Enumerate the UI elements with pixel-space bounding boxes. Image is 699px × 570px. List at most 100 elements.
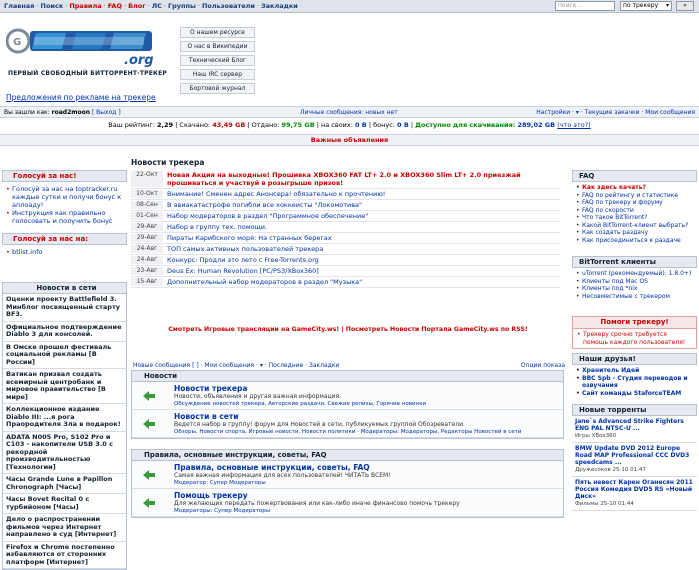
forum-moderators[interactable]: Модератор: Супер Модераторы bbox=[174, 480, 266, 486]
vote-item[interactable]: Инструкция как правильно голосовать и по… bbox=[6, 209, 123, 225]
downloaded-value: 43,49 GB bbox=[212, 121, 246, 129]
faq-item[interactable]: Как создать раздачу bbox=[576, 229, 693, 237]
new-torrents-title: Новые торренты bbox=[572, 404, 697, 416]
client-item[interactable]: Клиенты под Mac OS bbox=[576, 278, 693, 286]
private-messages-link[interactable]: Личные сообщения: новых нет bbox=[300, 109, 398, 116]
forum-category-title[interactable]: Правила, основные инструкции, советы, FA… bbox=[132, 450, 563, 461]
search-button[interactable]: » bbox=[676, 1, 694, 11]
web-news-item[interactable]: Часы Bovet Recital 0 с турбийоном [Часы] bbox=[3, 494, 126, 514]
news-date: 29-Авг bbox=[131, 234, 163, 242]
available-label: Доступно для скачивания: bbox=[415, 121, 516, 129]
news-link[interactable]: В авиакатастрофе погибли все хоккеисты "… bbox=[167, 201, 362, 209]
web-news-item[interactable]: Дело о распространении фильмов через Инт… bbox=[3, 514, 126, 542]
gamecity-promo[interactable]: Смотреть Игровые трансляции на GameCity.… bbox=[133, 326, 563, 333]
resource-journal[interactable]: Бортовой журнал bbox=[180, 83, 255, 94]
faq-item[interactable]: Какой BitTorrent-клиент выбрать? bbox=[576, 222, 693, 230]
news-link[interactable]: Дополнительный набор модераторов в разде… bbox=[167, 278, 362, 286]
forum-subforums[interactable]: Обсуждение новостей трекера, Авторские р… bbox=[174, 401, 426, 407]
web-news-item[interactable]: ADATA N005 Pro, S102 Pro и C103 - накопи… bbox=[3, 432, 126, 474]
web-news-item[interactable]: Firefox и Chrome постепенно избавляются … bbox=[3, 542, 126, 569]
news-link[interactable]: Набор модераторов в раздел "Программное … bbox=[167, 212, 368, 220]
faq-item[interactable]: FAQ по трекеру и форуму bbox=[576, 199, 693, 207]
torrent-item: Jane`s Advanced Strike Fighters ENG PAL … bbox=[572, 416, 697, 443]
news-link[interactable]: Конкурс: Продли это лето с Free-Torrents… bbox=[167, 256, 319, 264]
torrent-title[interactable]: BMW Update DVD 2012 Europe Road MAP Prof… bbox=[575, 445, 689, 466]
rating-value: 2,29 bbox=[157, 121, 174, 129]
nav-pm[interactable]: ЛС bbox=[152, 2, 162, 10]
news-date: 15-Авг bbox=[131, 278, 163, 286]
username[interactable]: road2moon bbox=[52, 109, 90, 116]
news-row: 24-Авг ТОП самых активных пользователей т… bbox=[131, 244, 561, 255]
forum-title[interactable]: Правила, основные инструкции, советы, FA… bbox=[174, 463, 370, 472]
torrent-item: BMW Update DVD 2012 Europe Road MAP Prof… bbox=[572, 443, 697, 477]
search-scope-select[interactable]: по трекеру ▾ bbox=[620, 1, 672, 11]
logout-link[interactable]: [ Выход ] bbox=[92, 109, 121, 116]
nav-bookmarks[interactable]: Закладки bbox=[261, 2, 298, 10]
site-logo[interactable]: G .org ПЕРВЫЙ СВОБОДНЫЙ БИТТОРРЕНТ-ТРЕКЕ… bbox=[5, 19, 174, 79]
ratio-bar: Ваш рейтинг: 2,29 | Скачано: 43,49 GB | … bbox=[108, 121, 591, 129]
forum-title[interactable]: Помощь трекеру bbox=[174, 491, 248, 500]
nav-faq[interactable]: FAQ bbox=[108, 2, 122, 10]
resource-irc[interactable]: Наш IRC сервер bbox=[180, 69, 255, 80]
news-link[interactable]: Внимание! Сменен адрес Анонсера! обязате… bbox=[167, 190, 385, 198]
news-link[interactable]: Пираты Карибского моря: На странных бере… bbox=[167, 234, 332, 242]
resource-about[interactable]: О нашем ресурсе bbox=[180, 27, 255, 38]
news-link[interactable]: Новая Акция на выходные! Прошивка XBOX36… bbox=[167, 171, 561, 187]
help-tracker-title: Помоги трекеру! bbox=[573, 317, 696, 329]
forum-moderators[interactable]: Модераторы: Супер Модераторы bbox=[174, 508, 270, 514]
forum-row: Новости в сети Ведется набор в группу! ф… bbox=[132, 410, 563, 438]
faq-item[interactable]: Как присоединиться к раздаче bbox=[576, 237, 693, 245]
resource-tech-blog[interactable]: Технический Блог bbox=[180, 55, 255, 66]
client-item[interactable]: uTorrent (рекомендуемый): 1.8.0+) bbox=[576, 270, 693, 278]
forum-subforums[interactable]: Обзоры, Новости спорта, Игровые новости,… bbox=[174, 429, 521, 435]
news-link[interactable]: Набор в группу тех. помощи. bbox=[167, 223, 267, 231]
forum-category-title[interactable]: Новости bbox=[132, 371, 563, 382]
nav-groups[interactable]: Группы bbox=[168, 2, 196, 10]
nav-home[interactable]: Главная bbox=[4, 2, 34, 10]
web-news-item[interactable]: Часы Grande Lune в Papillon Chronograph … bbox=[3, 474, 126, 494]
vote-on-list: btlist.info bbox=[2, 245, 127, 259]
nav-blog[interactable]: Блог bbox=[128, 2, 146, 10]
client-item[interactable]: Клиенты под *nix bbox=[576, 285, 693, 293]
logo-domain: .org bbox=[124, 53, 154, 68]
news-link[interactable]: ТОП самых активных пользователей трекера bbox=[167, 245, 323, 253]
resource-wikipedia[interactable]: О нас в Википедии bbox=[180, 41, 255, 52]
friend-item[interactable]: Сайт команды StaforceTEAM bbox=[576, 390, 693, 398]
news-link[interactable]: Deus Ex: Human Revolution [PC/PS3/XBox36… bbox=[167, 267, 319, 275]
user-info: Вы зашли как: road2moon [ Выход ] bbox=[4, 109, 121, 116]
forum-category-rules: Правила, основные инструкции, советы, FA… bbox=[131, 449, 564, 518]
search-input[interactable]: поиск... bbox=[555, 1, 615, 11]
nav-search[interactable]: Поиск bbox=[41, 2, 64, 10]
forum-title[interactable]: Новости в сети bbox=[174, 412, 238, 421]
friend-item[interactable]: BBC Spb - Студия переводов и озвучания bbox=[576, 375, 693, 390]
user-menu-links[interactable]: Настройки · ▾ · Текущие закачки · Мои со… bbox=[536, 109, 695, 116]
faq-item[interactable]: Что такое BitTorrent? bbox=[576, 214, 693, 222]
torrent-title[interactable]: Jane`s Advanced Strike Fighters ENG PAL … bbox=[575, 418, 684, 432]
vote-item[interactable]: Голосуй за нас на toptracker.ru каждые с… bbox=[6, 185, 123, 209]
forum-title[interactable]: Новости трекера bbox=[174, 384, 247, 393]
own-label: на своих: bbox=[320, 121, 353, 129]
web-news-item[interactable]: Оценки проекту Battlefield 3. Минблог по… bbox=[3, 294, 126, 322]
web-news-item[interactable]: В Омске прошел фестиваль социальной рекл… bbox=[3, 342, 126, 369]
available-value: 289,02 GB bbox=[517, 121, 556, 129]
faq-item[interactable]: Как здесь качать? bbox=[576, 184, 693, 192]
vote-on-item[interactable]: btlist.info bbox=[6, 248, 123, 256]
web-news-item[interactable]: Ватикан призвал создать всемирный центро… bbox=[3, 369, 126, 404]
friend-item[interactable]: Хранитель Идей bbox=[576, 367, 693, 375]
forum-quick-links[interactable]: Новые сообщения [ ] · Мои сообщения · ▾ … bbox=[133, 362, 339, 369]
ads-link[interactable]: Предложения по рекламе на трекере bbox=[6, 93, 156, 102]
faq-item[interactable]: FAQ по рейтингу и статистике bbox=[576, 192, 693, 200]
nav-rules[interactable]: Правила bbox=[69, 2, 101, 10]
what-is-this-link[interactable]: (что это?) bbox=[557, 121, 591, 129]
web-news-item[interactable]: Официальное подтверждение Diablo 3 для к… bbox=[3, 322, 126, 342]
display-options-link[interactable]: Опции показа bbox=[521, 362, 565, 369]
faq-title: FAQ bbox=[572, 170, 697, 182]
torrent-title[interactable]: Пять невест Карен Оганесян 2011 Россия К… bbox=[575, 479, 693, 500]
faq-item[interactable]: FAQ по скорости bbox=[576, 207, 693, 215]
torrent-meta: Дружесоков 25-10 01:47 bbox=[575, 467, 647, 473]
client-item[interactable]: Несовместимые с трекером bbox=[576, 293, 693, 301]
nav-users[interactable]: Пользователи bbox=[202, 2, 255, 10]
important-announcements[interactable]: Важные объявления bbox=[0, 134, 699, 146]
help-tracker-item[interactable]: Трекеру срочно требуется помощь каждого … bbox=[577, 331, 692, 346]
web-news-item[interactable]: Коллекционное издание Diablo III: ...я р… bbox=[3, 404, 126, 432]
